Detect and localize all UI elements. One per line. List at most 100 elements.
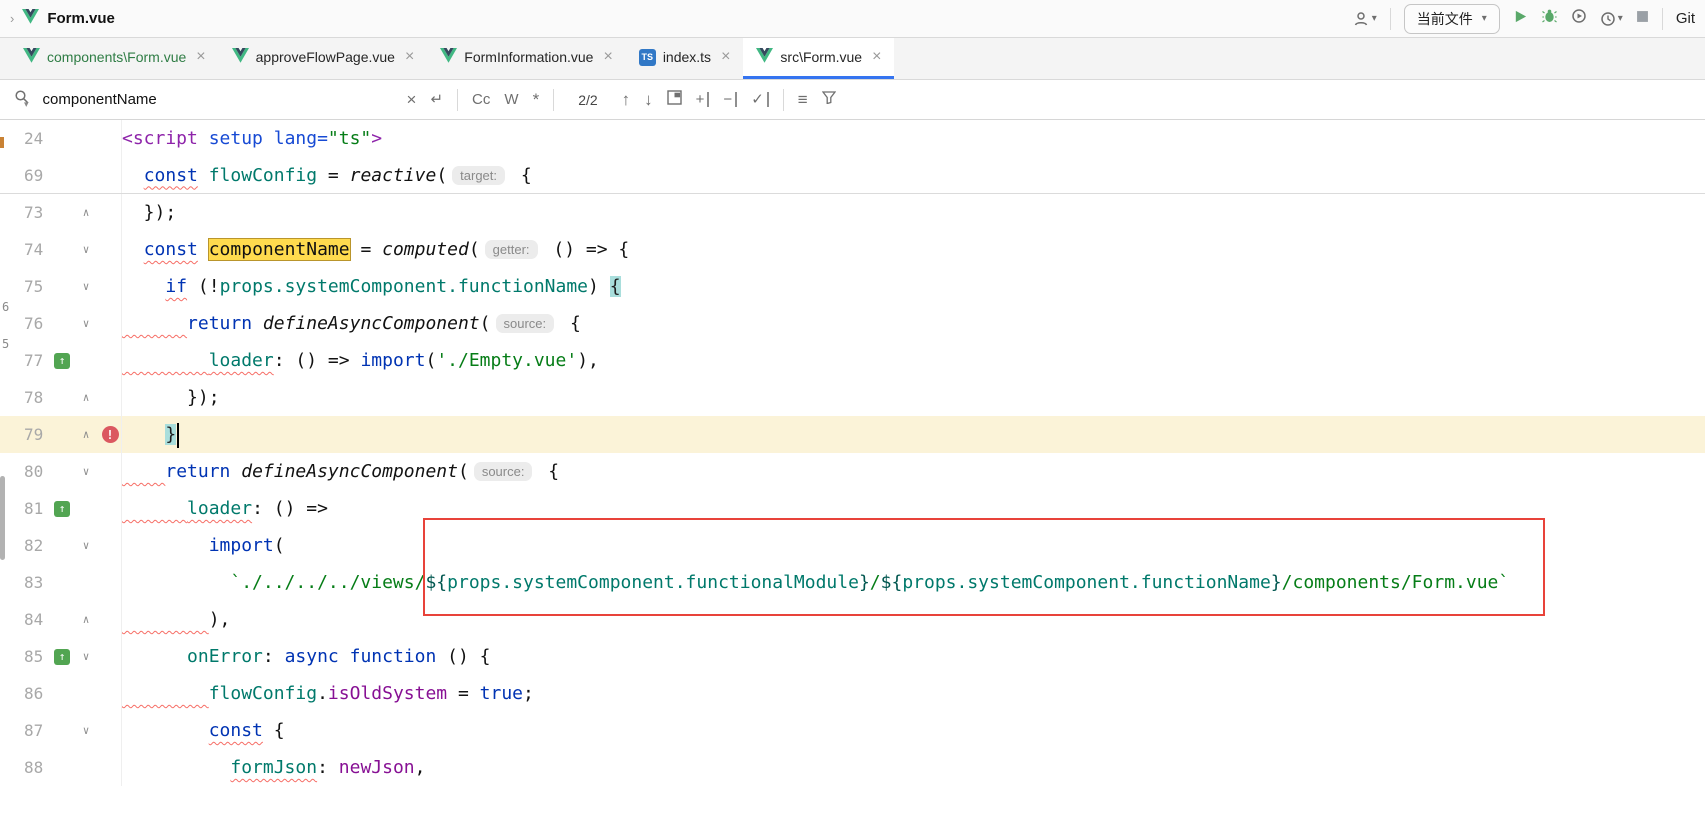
tab-forminformation-vue[interactable]: FormInformation.vue× <box>427 38 626 79</box>
profiler-button[interactable]: ▾ <box>1600 11 1623 27</box>
code-text[interactable]: const { <box>122 712 1705 749</box>
stop-button[interactable] <box>1636 10 1649 28</box>
code-token <box>198 128 209 149</box>
code-text[interactable]: loader: () => import('./Empty.vue'), <box>122 342 1705 379</box>
code-line-69[interactable]: 69 const flowConfig = reactive(target: { <box>0 157 1705 194</box>
code-text[interactable]: <script setup lang="ts"> <box>122 120 1705 157</box>
close-tab-icon[interactable]: × <box>721 49 730 65</box>
code-text[interactable]: loader: () => <box>122 490 1705 527</box>
code-line-74[interactable]: 74∨ const componentName = computed(gette… <box>0 231 1705 268</box>
code-token: loader <box>187 498 252 519</box>
fold-marker-icon[interactable]: ∧ <box>83 613 90 626</box>
close-tab-icon[interactable]: × <box>196 49 205 65</box>
open-results-icon[interactable] <box>667 90 682 110</box>
code-text[interactable]: onError: async function () { <box>122 638 1705 675</box>
regex-toggle[interactable]: * <box>533 91 540 108</box>
code-token <box>122 424 165 445</box>
code-text[interactable]: formJson: newJson, <box>122 749 1705 786</box>
code-text[interactable]: if (!props.systemComponent.functionName)… <box>122 268 1705 305</box>
left-scrollbar-thumb[interactable] <box>0 476 5 560</box>
code-line-77[interactable]: 77↑ loader: () => import('./Empty.vue'), <box>0 342 1705 379</box>
code-line-75[interactable]: 75∨ if (!props.systemComponent.functionN… <box>0 268 1705 305</box>
gutter: 24 <box>0 120 122 157</box>
divider <box>457 89 458 111</box>
remove-selection-icon[interactable]: − <box>723 92 737 107</box>
search-input[interactable]: componentName <box>43 91 393 108</box>
fold-marker-icon[interactable]: ∨ <box>83 539 90 552</box>
run-button[interactable] <box>1513 9 1528 29</box>
code-line-76[interactable]: 76∨ return defineAsyncComponent(source: … <box>0 305 1705 342</box>
code-token: formJson <box>230 757 317 778</box>
previous-match-icon[interactable]: ↑ <box>622 91 631 108</box>
code-token: ( <box>436 165 447 186</box>
code-token: return <box>187 313 252 334</box>
green-arrow-gutter-icon[interactable]: ↑ <box>54 649 70 665</box>
code-line-78[interactable]: 78∧ }); <box>0 379 1705 416</box>
code-text[interactable]: import( <box>122 527 1705 564</box>
code-line-84[interactable]: 84∧ ), <box>0 601 1705 638</box>
coverage-button[interactable] <box>1571 8 1587 29</box>
select-all-occurrences-icon[interactable]: ✓ <box>751 92 769 107</box>
newline-icon[interactable]: ↵ <box>430 92 443 107</box>
tab-src-form-vue[interactable]: src\Form.vue× <box>743 38 894 79</box>
code-line-88[interactable]: 88 formJson: newJson, <box>0 749 1705 786</box>
clear-search-icon[interactable]: × <box>407 91 417 108</box>
match-case-toggle[interactable]: Cc <box>472 92 490 107</box>
fold-marker-icon[interactable]: ∨ <box>83 724 90 737</box>
git-menu[interactable]: Git <box>1676 10 1695 27</box>
run-config-selector[interactable]: 当前文件 ▾ <box>1404 4 1500 34</box>
code-editor[interactable]: 24<script setup lang="ts">69 const flowC… <box>0 120 1705 820</box>
code-line-79[interactable]: 79∧! } <box>0 416 1705 453</box>
code-line-86[interactable]: 86 flowConfig.isOldSystem = true; <box>0 675 1705 712</box>
code-text[interactable]: `./../../../views/${props.systemComponen… <box>122 564 1705 601</box>
fold-marker-icon[interactable]: ∧ <box>83 206 90 219</box>
code-text[interactable]: return defineAsyncComponent(source: { <box>122 305 1705 342</box>
code-text[interactable]: } <box>122 416 1705 453</box>
close-tab-icon[interactable]: × <box>405 49 414 65</box>
debug-button[interactable] <box>1541 8 1558 29</box>
code-line-24[interactable]: 24<script setup lang="ts"> <box>0 120 1705 157</box>
tab-components-form-vue[interactable]: components\Form.vue× <box>10 38 219 79</box>
close-tab-icon[interactable]: × <box>872 49 881 65</box>
fold-marker-icon[interactable]: ∨ <box>83 317 90 330</box>
fold-marker-icon[interactable]: ∨ <box>83 650 90 663</box>
fold-marker-icon[interactable]: ∧ <box>83 428 90 441</box>
close-tab-icon[interactable]: × <box>603 49 612 65</box>
user-menu-button[interactable]: ▾ <box>1352 11 1377 27</box>
words-toggle[interactable]: W <box>504 92 518 107</box>
green-arrow-gutter-icon[interactable]: ↑ <box>54 501 70 517</box>
code-token <box>339 646 350 667</box>
code-text[interactable]: const flowConfig = reactive(target: { <box>122 157 1705 194</box>
green-arrow-gutter-icon[interactable]: ↑ <box>54 353 70 369</box>
code-line-85[interactable]: 85↑∨ onError: async function () { <box>0 638 1705 675</box>
code-token <box>122 646 187 667</box>
code-token: computed <box>382 239 469 260</box>
error-icon[interactable]: ! <box>102 426 119 443</box>
code-text[interactable]: const componentName = computed(getter: (… <box>122 231 1705 268</box>
filter-icon[interactable] <box>822 91 836 109</box>
fold-marker-icon[interactable]: ∨ <box>83 465 90 478</box>
tab-approveflowpage-vue[interactable]: approveFlowPage.vue× <box>219 38 428 79</box>
add-selection-icon[interactable]: + <box>696 92 710 107</box>
line-number: 80 <box>0 462 50 481</box>
fold-marker-icon[interactable]: ∨ <box>83 243 90 256</box>
code-line-73[interactable]: 73∧ }); <box>0 194 1705 231</box>
next-match-icon[interactable]: ↓ <box>644 91 653 108</box>
code-line-83[interactable]: 83 `./../../../views/${props.systemCompo… <box>0 564 1705 601</box>
code-text[interactable]: ), <box>122 601 1705 638</box>
code-text[interactable]: }); <box>122 194 1705 231</box>
fold-marker-icon[interactable]: ∨ <box>83 280 90 293</box>
code-text[interactable]: flowConfig.isOldSystem = true; <box>122 675 1705 712</box>
code-text[interactable]: }); <box>122 379 1705 416</box>
code-line-80[interactable]: 80 ∨ return defineAsyncComponent(source: … <box>0 453 1705 490</box>
code-line-82[interactable]: 82∨ import( <box>0 527 1705 564</box>
fold-marker-icon[interactable]: ∧ <box>83 391 90 404</box>
code-line-81[interactable]: 81↑ loader: () => <box>0 490 1705 527</box>
line-number: 88 <box>0 758 50 777</box>
tab-index-ts[interactable]: TSindex.ts× <box>626 38 744 79</box>
filter-options-icon[interactable]: ≡ <box>798 91 808 108</box>
code-line-87[interactable]: 87∨ const { <box>0 712 1705 749</box>
search-icon[interactable]: ▾ <box>14 89 29 110</box>
code-text[interactable]: return defineAsyncComponent(source: { <box>122 453 1705 490</box>
inlay-hint: source: <box>496 314 555 333</box>
